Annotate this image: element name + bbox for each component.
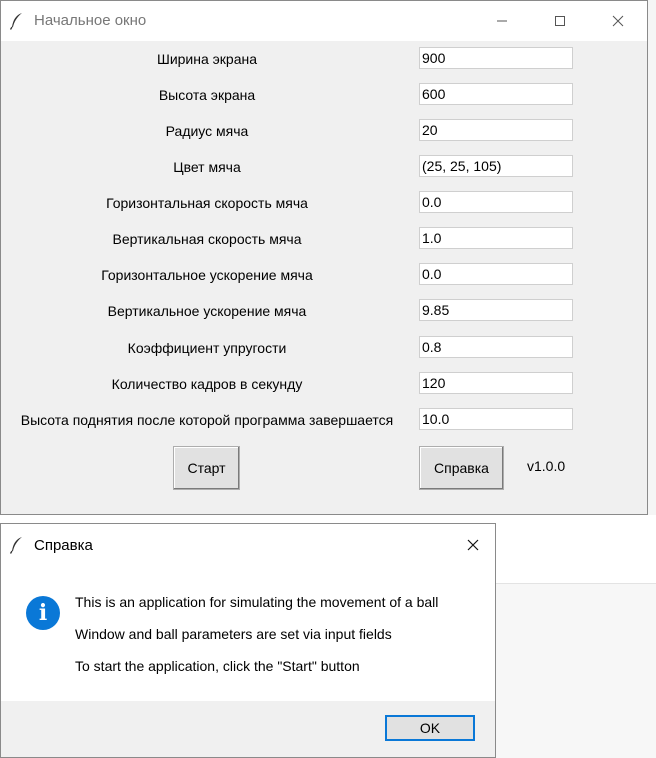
vertical-speed-input[interactable]	[419, 227, 573, 249]
background-panel	[495, 584, 656, 758]
label-screen-width: Ширина экрана	[156, 51, 258, 67]
label-fps: Количество кадров в секунду	[111, 376, 303, 392]
close-button[interactable]	[589, 1, 647, 41]
dialog-content-area: Справка i This is an application for sim…	[1, 524, 495, 701]
fps-input[interactable]	[419, 372, 573, 394]
dialog-close-button[interactable]	[456, 530, 490, 560]
close-icon	[612, 15, 624, 27]
help-dialog: Справка i This is an application for sim…	[0, 523, 496, 758]
vertical-acceleration-input[interactable]	[419, 299, 573, 321]
maximize-icon	[555, 16, 565, 26]
label-horizontal-acceleration: Горизонтальное ускорение мяча	[101, 267, 313, 283]
maximize-button[interactable]	[531, 1, 589, 41]
feather-icon	[9, 13, 22, 30]
label-stop-height: Высота поднятия после которой программа …	[20, 412, 394, 428]
minimize-icon	[497, 20, 507, 22]
main-titlebar[interactable]: Начальное окно	[1, 1, 647, 41]
label-vertical-acceleration: Вертикальное ускорение мяча	[107, 303, 307, 319]
help-button[interactable]: Справка	[419, 446, 504, 490]
label-vertical-speed: Вертикальная скорость мяча	[112, 231, 302, 247]
horizontal-speed-input[interactable]	[419, 191, 573, 213]
dialog-message-line-3: To start the application, click the "Sta…	[75, 658, 360, 674]
horizontal-acceleration-input[interactable]	[419, 263, 573, 285]
feather-icon	[9, 537, 22, 554]
main-window: Начальное окно Ширина экрана Высота экра…	[0, 0, 648, 515]
label-horizontal-speed: Горизонтальная скорость мяча	[106, 195, 308, 211]
version-label: v1.0.0	[527, 458, 566, 474]
label-screen-height: Высота экрана	[158, 87, 256, 103]
dialog-message-line-1: This is an application for simulating th…	[75, 594, 439, 610]
elasticity-input[interactable]	[419, 336, 573, 358]
label-elasticity: Коэффициент упругости	[127, 340, 287, 356]
ball-radius-input[interactable]	[419, 119, 573, 141]
stop-height-input[interactable]	[419, 408, 573, 430]
dialog-message-line-2: Window and ball parameters are set via i…	[75, 626, 392, 642]
dialog-title: Справка	[34, 537, 93, 554]
screen-width-input[interactable]	[419, 47, 573, 69]
label-ball-radius: Радиус мяча	[165, 123, 249, 139]
start-button[interactable]: Старт	[173, 446, 240, 490]
info-icon: i	[26, 596, 60, 630]
minimize-button[interactable]	[473, 1, 531, 41]
ok-button[interactable]: OK	[385, 715, 475, 741]
main-window-title: Начальное окно	[34, 12, 147, 29]
screen-height-input[interactable]	[419, 83, 573, 105]
ball-color-input[interactable]	[419, 155, 573, 177]
label-ball-color: Цвет мяча	[173, 159, 241, 175]
close-icon	[467, 539, 479, 551]
